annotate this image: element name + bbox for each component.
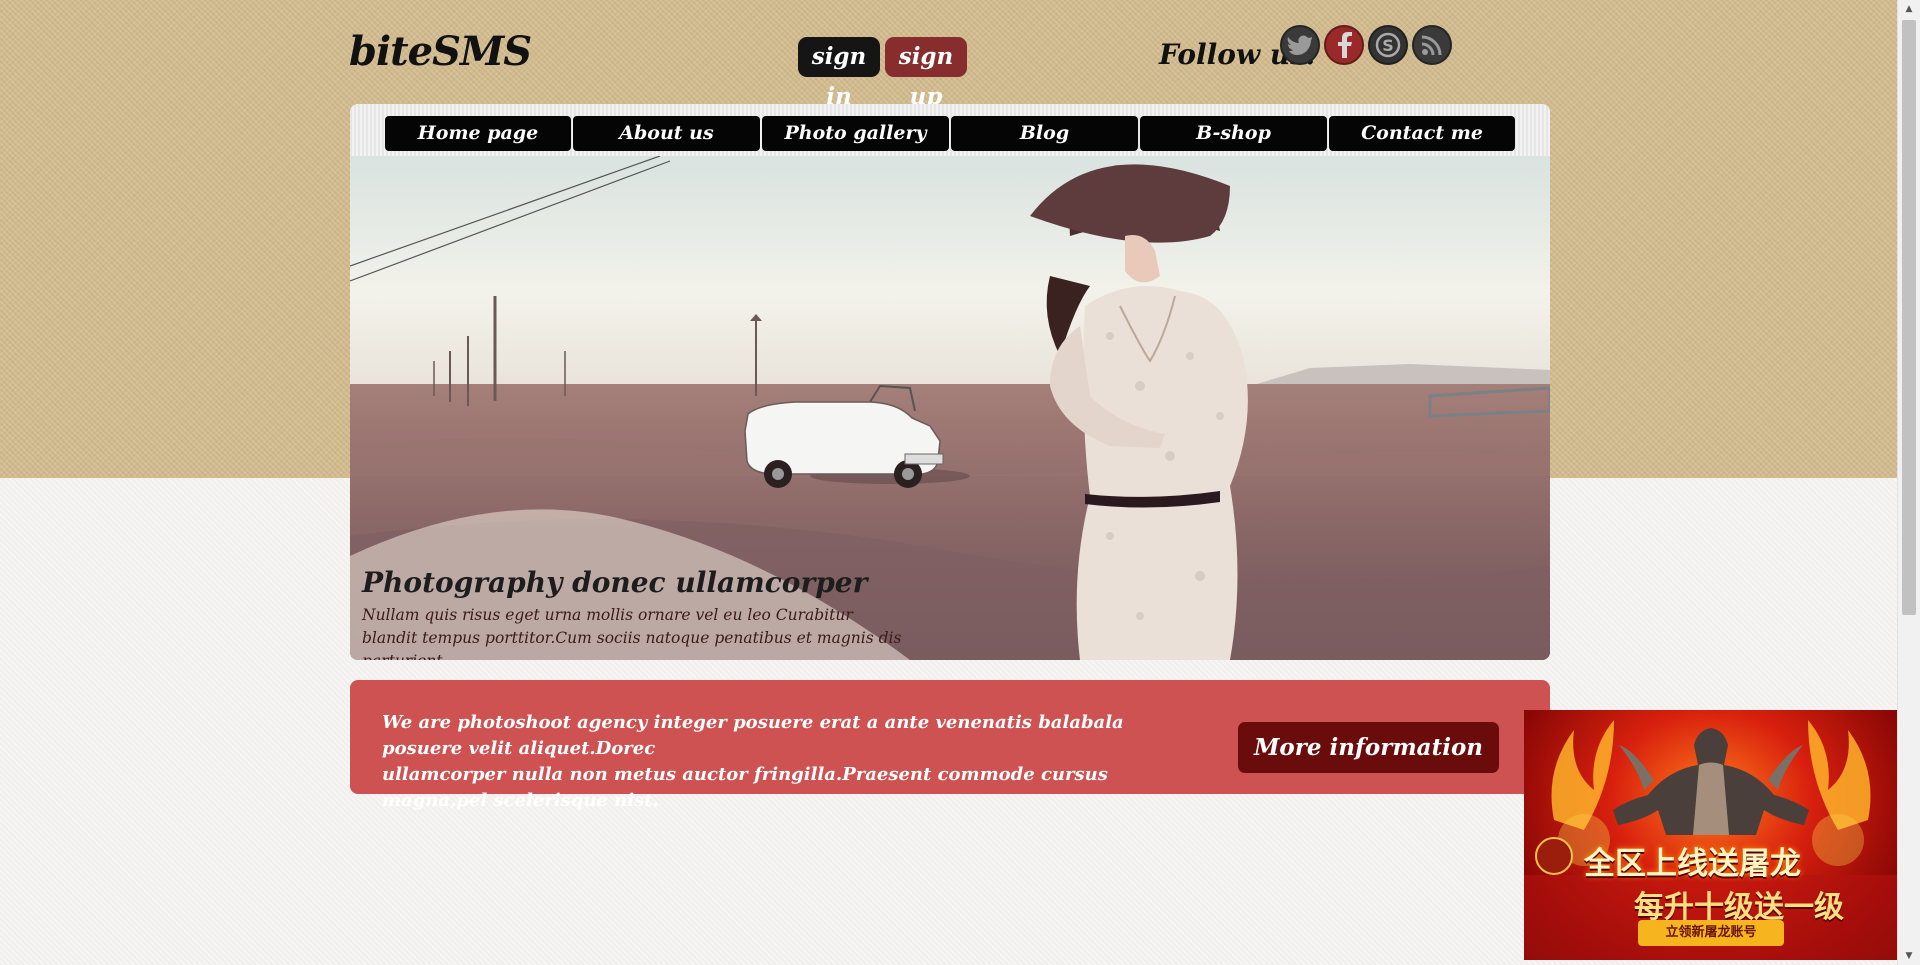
nav-home[interactable]: Home page — [385, 116, 571, 151]
main-panel: Home page About us Photo gallery Blog B-… — [350, 104, 1550, 660]
sign-in-button[interactable]: sign in — [798, 37, 880, 110]
nav-about[interactable]: About us — [573, 116, 760, 151]
hero-text-line1: Nullam quis risus eget urna mollis ornar… — [362, 606, 853, 624]
nav-contact[interactable]: Contact me — [1329, 116, 1515, 151]
site-logo[interactable]: biteSMS — [349, 28, 532, 75]
game-ad-banner[interactable]: 全区上线送屠龙 每升十级送一级 立领新屠龙账号 — [1524, 710, 1898, 960]
scroll-down-arrow-icon[interactable]: ▼ — [1898, 947, 1920, 965]
rss-icon[interactable] — [1412, 25, 1452, 65]
hero-description: Nullam quis risus eget urna mollis ornar… — [362, 604, 962, 660]
info-text: We are photoshoot agency integer posuere… — [382, 710, 1182, 814]
sign-up-button[interactable]: sign up — [885, 37, 967, 110]
hero-title: Photography donec ullamcorper — [362, 566, 868, 599]
nav-b-shop[interactable]: B-shop — [1140, 116, 1327, 151]
nav-blog[interactable]: Blog — [951, 116, 1138, 151]
navigation-bar: Home page About us Photo gallery Blog B-… — [350, 104, 1550, 156]
svg-text:S: S — [1382, 36, 1394, 55]
ad-claim-button[interactable]: 立领新屠龙账号 — [1638, 920, 1784, 946]
info-text-line2: ullamcorper nulla non metus auctor fring… — [382, 764, 1108, 811]
skype-icon[interactable]: S — [1368, 25, 1408, 65]
twitter-icon[interactable] — [1280, 25, 1320, 65]
info-text-line1: We are photoshoot agency integer posuere… — [382, 712, 1124, 759]
vertical-scrollbar[interactable]: ▲ ▼ — [1897, 0, 1920, 965]
hero-text-line2: blandit tempus porttitor.Cum sociis nato… — [362, 629, 902, 660]
nav-photo-gallery[interactable]: Photo gallery — [762, 116, 949, 151]
info-panel: We are photoshoot agency integer posuere… — [350, 680, 1550, 811]
ad-headline: 全区上线送屠龙 — [1584, 846, 1801, 882]
more-information-button[interactable]: More information — [1238, 722, 1499, 773]
scroll-thumb[interactable] — [1902, 20, 1916, 615]
hero-banner: Photography donec ullamcorper Nullam qui… — [350, 156, 1550, 660]
facebook-icon[interactable] — [1324, 25, 1364, 65]
scroll-up-arrow-icon[interactable]: ▲ — [1898, 0, 1920, 18]
